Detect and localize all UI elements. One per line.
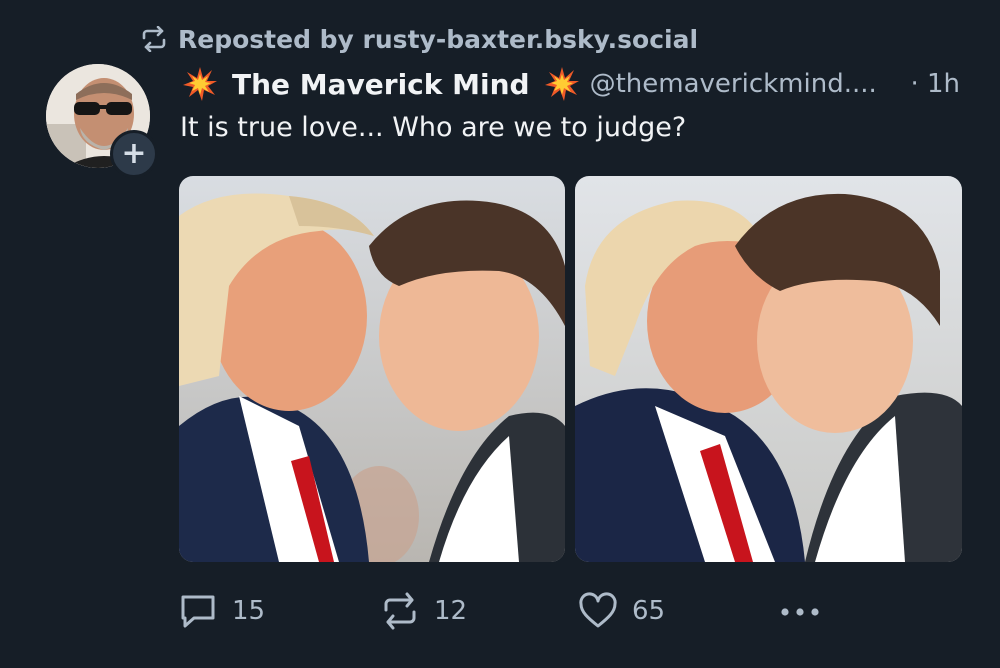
reply-icon xyxy=(178,591,218,631)
heart-icon xyxy=(578,591,618,631)
repost-icon xyxy=(380,591,420,631)
repost-button[interactable]: 12 xyxy=(380,588,467,634)
repost-count: 12 xyxy=(434,596,468,626)
repost-indicator[interactable]: Reposted by rusty-baxter.bsky.social xyxy=(140,22,698,56)
repost-label: Reposted by rusty-baxter.bsky.social xyxy=(178,24,699,54)
post-image-1[interactable] xyxy=(179,176,565,562)
post-timestamp[interactable]: · 1h xyxy=(910,64,960,104)
like-button[interactable]: 65 xyxy=(578,588,665,634)
like-count: 65 xyxy=(632,596,666,626)
more-dots-icon xyxy=(778,591,822,631)
post-actions: 15 12 65 xyxy=(178,588,978,634)
more-options-button[interactable] xyxy=(778,588,822,634)
author-avatar[interactable]: + xyxy=(46,64,158,178)
repost-icon xyxy=(140,26,168,52)
post-card[interactable]: Reposted by rusty-baxter.bsky.social + T… xyxy=(0,0,1000,668)
author-handle[interactable]: @themaverickmind.... xyxy=(590,69,877,99)
collision-emoji-icon xyxy=(544,66,580,102)
follow-button[interactable]: + xyxy=(110,130,158,178)
post-header: The Maverick Mind @themaverickmind.... xyxy=(182,64,972,104)
reply-button[interactable]: 15 xyxy=(178,588,265,634)
author-display-name[interactable]: The Maverick Mind xyxy=(232,68,530,101)
reply-count: 15 xyxy=(232,596,266,626)
post-image-2[interactable] xyxy=(575,176,962,562)
plus-icon: + xyxy=(121,136,147,171)
collision-emoji-icon xyxy=(182,66,218,102)
post-text: It is true love... Who are we to judge? xyxy=(180,112,687,143)
